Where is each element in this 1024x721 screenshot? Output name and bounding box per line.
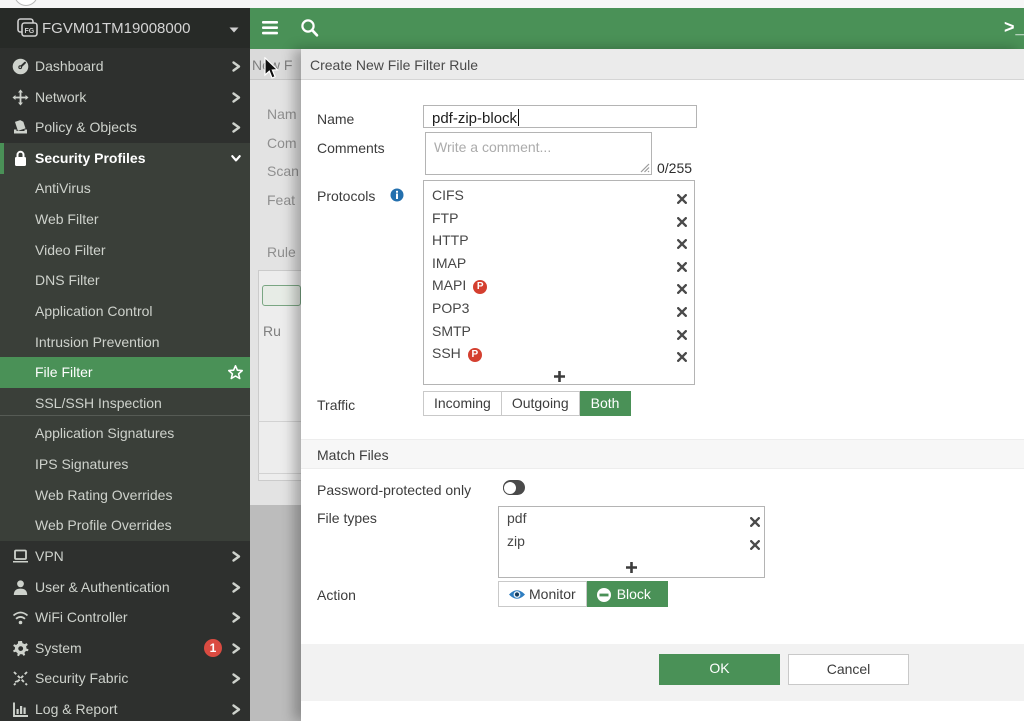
- svg-text:FG: FG: [25, 28, 35, 35]
